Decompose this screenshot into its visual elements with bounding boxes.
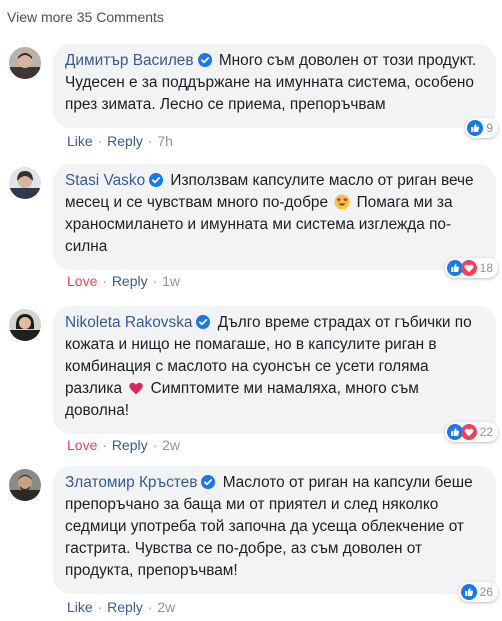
comment-timestamp[interactable]: 2w xyxy=(162,437,180,453)
comment-author[interactable]: Златомир Кръстев xyxy=(65,474,197,491)
comment-author[interactable]: Stasi Vasko xyxy=(65,172,145,189)
love-icon xyxy=(460,260,477,276)
avatar[interactable] xyxy=(9,47,41,79)
comment-bubble: Nikoleta Rakovska Дълго време страдах от… xyxy=(53,306,496,434)
love-button[interactable]: Love xyxy=(67,437,97,453)
like-button[interactable]: Like xyxy=(67,133,93,149)
reply-button[interactable]: Reply xyxy=(112,273,148,289)
red-heart-emoji-icon xyxy=(129,382,144,395)
reaction-summary[interactable]: 18 xyxy=(444,258,498,278)
separator-dot: · xyxy=(147,133,153,149)
reaction-count: 18 xyxy=(479,261,493,275)
like-button[interactable]: Like xyxy=(67,599,93,615)
comment-timestamp[interactable]: 1w xyxy=(162,273,180,289)
separator-dot: · xyxy=(147,599,153,615)
separator-dot: · xyxy=(152,273,158,289)
verified-badge-icon xyxy=(197,53,212,67)
comment-actions: Love · Reply · 2w xyxy=(67,437,180,453)
reply-button[interactable]: Reply xyxy=(112,437,148,453)
reply-button[interactable]: Reply xyxy=(107,133,143,149)
avatar[interactable] xyxy=(9,309,41,341)
comment-author[interactable]: Nikoleta Rakovska xyxy=(65,314,192,331)
separator-dot: · xyxy=(152,437,158,453)
reaction-summary[interactable]: 22 xyxy=(444,422,498,442)
separator-dot: · xyxy=(97,133,103,149)
verified-badge-icon xyxy=(149,173,164,187)
reaction-summary[interactable]: 26 xyxy=(458,582,498,602)
reaction-count: 9 xyxy=(486,121,493,135)
comment-author[interactable]: Димитър Василев xyxy=(65,52,194,69)
love-icon xyxy=(460,424,477,440)
separator-dot: · xyxy=(97,599,103,615)
separator-dot: · xyxy=(102,437,107,453)
verified-badge-icon xyxy=(201,475,216,489)
avatar[interactable] xyxy=(9,167,41,199)
comment-actions: Like · Reply · 7h xyxy=(67,133,173,149)
verified-badge-icon xyxy=(196,315,211,329)
reaction-count: 26 xyxy=(479,585,493,599)
like-icon xyxy=(460,584,477,600)
heart-eyes-emoji-icon xyxy=(334,194,350,210)
comment-actions: Love · Reply · 1w xyxy=(67,273,180,289)
like-icon xyxy=(467,120,484,136)
view-more-comments-link[interactable]: View more 35 Comments xyxy=(7,9,164,25)
comment-bubble: Златомир Кръстев Маслото от риган на кап… xyxy=(53,466,496,594)
reaction-count: 22 xyxy=(479,425,493,439)
reaction-summary[interactable]: 9 xyxy=(465,118,498,138)
love-button[interactable]: Love xyxy=(67,273,97,289)
comment-timestamp[interactable]: 7h xyxy=(157,133,173,149)
comment-actions: Like · Reply · 2w xyxy=(67,599,175,615)
reply-button[interactable]: Reply xyxy=(107,599,143,615)
comment-bubble: Stasi Vasko Използвам капсулите масло от… xyxy=(53,164,496,270)
separator-dot: · xyxy=(102,273,107,289)
avatar[interactable] xyxy=(9,469,41,501)
comment-bubble: Димитър Василев Много съм доволен от тоз… xyxy=(53,44,496,128)
comment-timestamp[interactable]: 2w xyxy=(157,599,175,615)
